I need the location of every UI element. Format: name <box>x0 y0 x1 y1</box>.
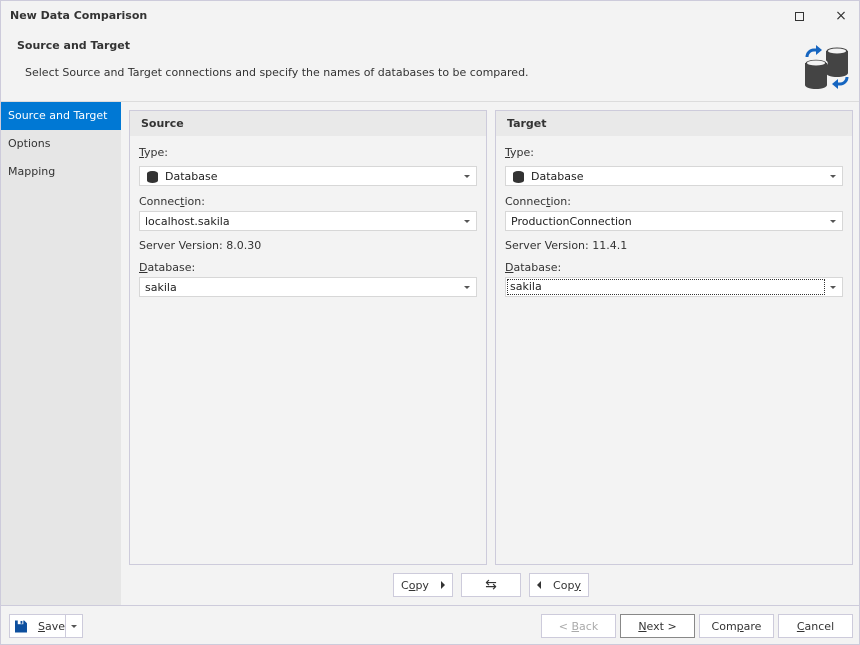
target-panel: Target Type: Database Connection: Produc… <box>495 110 853 565</box>
source-database-select[interactable]: sakila <box>139 277 477 297</box>
sidebar-item-options[interactable]: Options <box>1 130 121 158</box>
cancel-label: Cancel <box>796 619 835 633</box>
compare-button[interactable]: Compare <box>699 614 774 638</box>
source-connection-value: localhost.sakila <box>145 215 230 228</box>
chevron-down-icon <box>71 624 77 628</box>
target-type-label: Type: <box>505 146 534 159</box>
source-panel-title: Source <box>130 111 486 136</box>
chevron-down-icon <box>830 220 836 223</box>
next-label: Next > <box>638 619 677 633</box>
database-icon <box>147 171 158 183</box>
source-database-value: sakila <box>145 281 177 294</box>
next-button[interactable]: Next > <box>620 614 695 638</box>
close-button[interactable]: × <box>832 7 850 25</box>
source-database-label: Database: <box>139 261 196 274</box>
target-database-select[interactable]: sakila <box>505 277 843 297</box>
arrow-right-icon <box>440 581 445 589</box>
target-connection-select[interactable]: ProductionConnection <box>505 211 843 231</box>
wizard-sidebar: Source and Target Options Mapping <box>1 102 121 605</box>
close-icon: × <box>835 8 847 24</box>
target-server-version: Server Version: 11.4.1 <box>505 239 628 252</box>
maximize-button[interactable] <box>790 7 808 25</box>
save-label: Save <box>37 619 65 633</box>
sidebar-item-mapping[interactable]: Mapping <box>1 158 121 186</box>
dialog-window: New Data Comparison × Source and Target … <box>0 0 860 645</box>
target-panel-title: Target <box>496 111 852 136</box>
copy-label: Copy <box>553 578 581 592</box>
swap-icon: ⇆ <box>485 577 497 593</box>
window-title: New Data Comparison <box>10 9 148 22</box>
chevron-down-icon <box>464 286 470 289</box>
target-connection-value: ProductionConnection <box>511 215 632 228</box>
chevron-down-icon <box>464 220 470 223</box>
header-divider <box>1 101 859 102</box>
back-label: < Back <box>558 619 599 633</box>
chevron-down-icon <box>830 286 836 289</box>
target-database-value: sakila <box>507 279 825 295</box>
source-type-select[interactable]: Database <box>139 166 477 186</box>
database-icon <box>513 171 524 183</box>
copy-to-source-button[interactable]: Copy <box>529 573 589 597</box>
page-description: Select Source and Target connections and… <box>25 66 529 79</box>
footer-divider <box>1 605 859 606</box>
sidebar-item-source-and-target[interactable]: Source and Target <box>1 102 121 130</box>
chevron-down-icon <box>830 175 836 178</box>
cancel-button[interactable]: Cancel <box>778 614 853 638</box>
page-title: Source and Target <box>17 39 131 52</box>
target-type-select[interactable]: Database <box>505 166 843 186</box>
data-compare-icon <box>804 45 849 89</box>
chevron-down-icon <box>464 175 470 178</box>
title-bar: New Data Comparison × <box>1 1 859 31</box>
swap-button[interactable]: ⇆ <box>461 573 521 597</box>
back-button[interactable]: < Back <box>541 614 616 638</box>
maximize-icon <box>794 11 804 21</box>
arrow-left-icon <box>537 581 542 589</box>
source-panel: Source Type: Database Connection: localh… <box>129 110 487 565</box>
copy-to-target-button[interactable]: Copy <box>393 573 453 597</box>
source-server-version: Server Version: 8.0.30 <box>139 239 262 252</box>
compare-label: Compare <box>711 619 762 633</box>
source-type-value: Database <box>165 170 218 183</box>
source-connection-label: Connection: <box>139 195 205 208</box>
copy-label: Copy <box>401 578 429 592</box>
save-dropdown-button[interactable] <box>65 614 83 638</box>
source-type-label: Type: <box>139 146 168 159</box>
save-icon <box>15 620 27 632</box>
target-database-label: Database: <box>505 261 562 274</box>
save-button[interactable]: Save <box>9 614 66 638</box>
target-type-value: Database <box>531 170 584 183</box>
source-connection-select[interactable]: localhost.sakila <box>139 211 477 231</box>
target-connection-label: Connection: <box>505 195 571 208</box>
